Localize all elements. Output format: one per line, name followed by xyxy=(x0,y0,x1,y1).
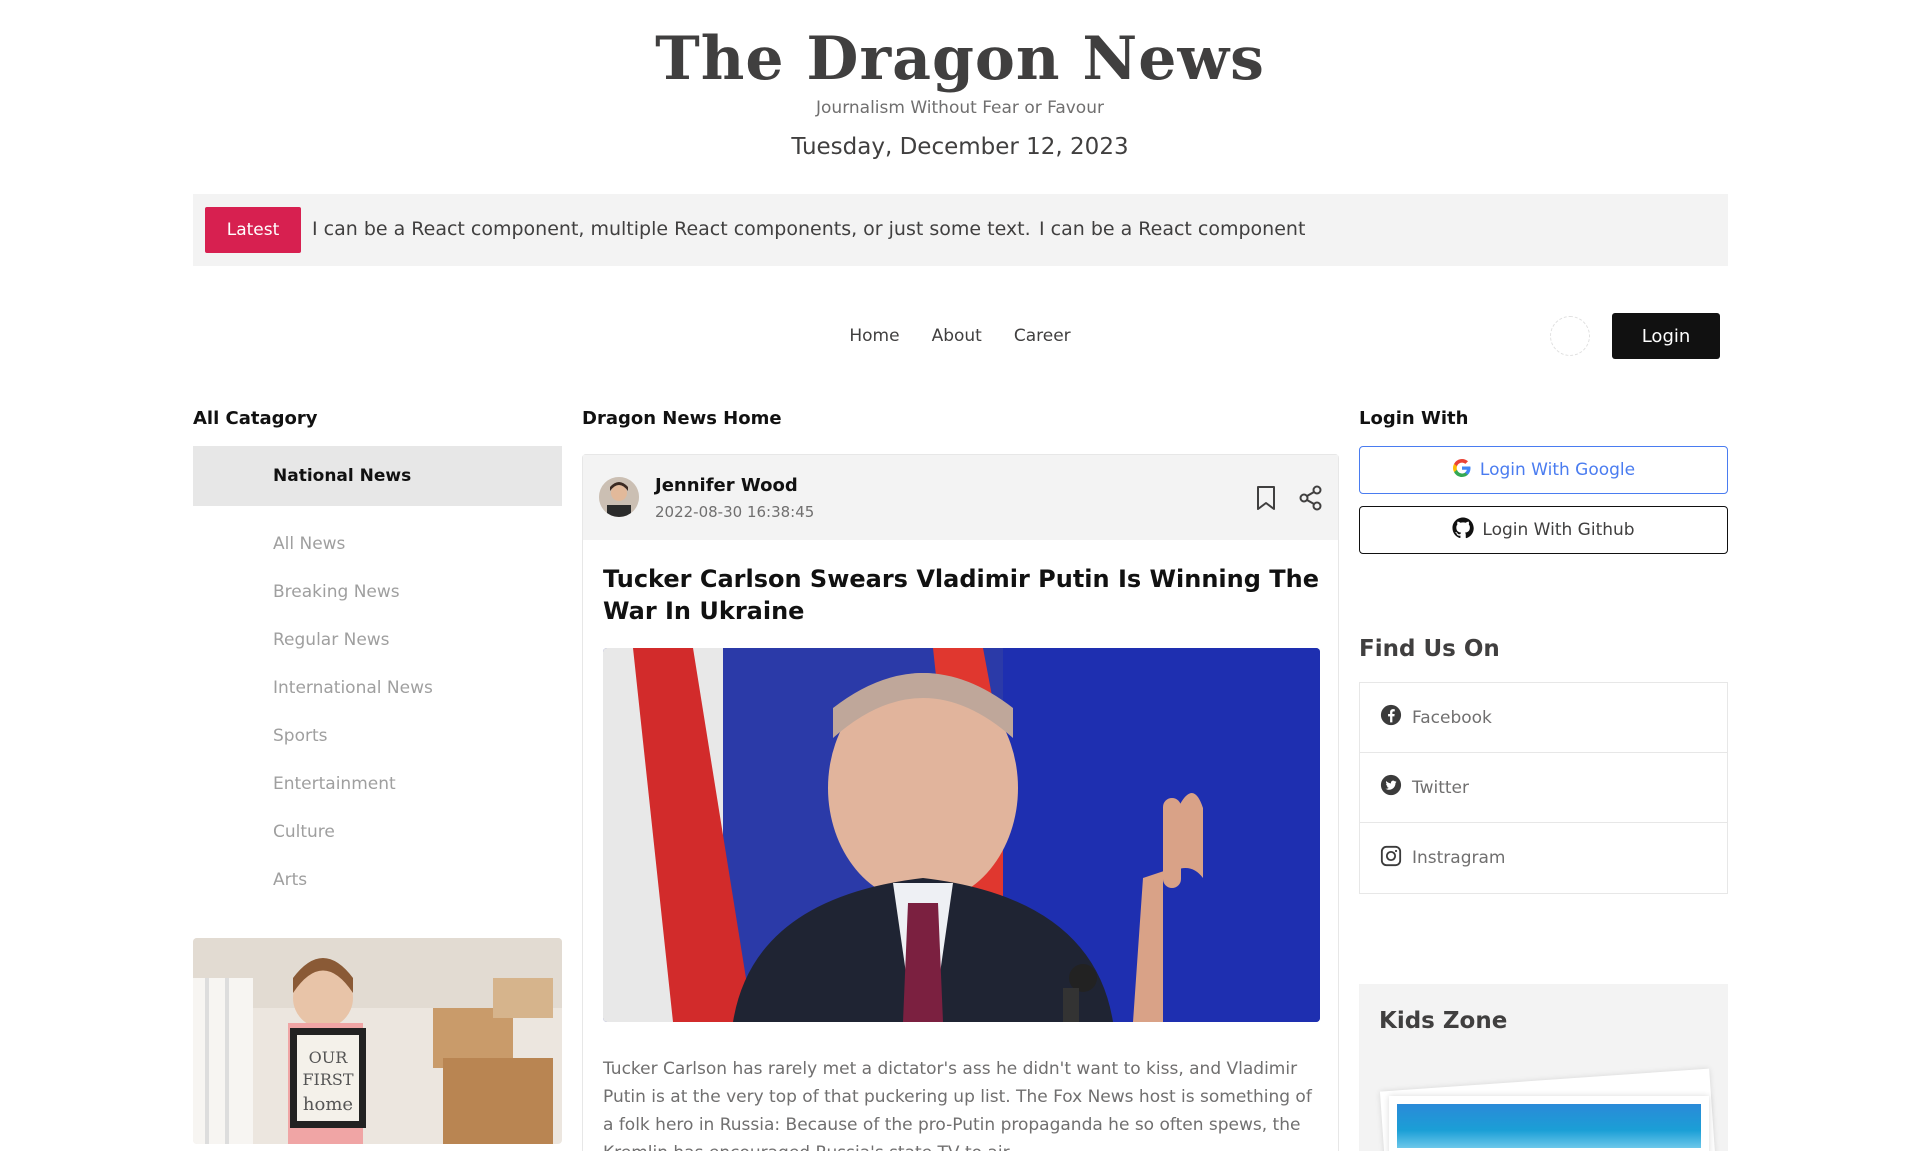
social-links: Facebook Twitter Instragram xyxy=(1359,682,1728,894)
category-international-news[interactable]: International News xyxy=(193,664,562,712)
share-icon[interactable] xyxy=(1299,485,1323,515)
login-with-heading: Login With xyxy=(1359,408,1469,429)
category-culture[interactable]: Culture xyxy=(193,808,562,856)
login-github-label: Login With Github xyxy=(1482,520,1635,540)
news-title[interactable]: Tucker Carlson Swears Vladimir Putin Is … xyxy=(603,563,1323,627)
facebook-icon xyxy=(1380,704,1402,731)
login-google-label: Login With Google xyxy=(1479,460,1636,480)
social-link-facebook[interactable]: Facebook xyxy=(1360,683,1727,753)
category-national-news[interactable]: National News xyxy=(193,446,562,506)
kids-photo[interactable] xyxy=(1389,1096,1709,1151)
nav-about[interactable]: About xyxy=(932,326,982,346)
social-label-instagram: Instragram xyxy=(1412,848,1506,868)
svg-text:home: home xyxy=(303,1094,353,1115)
news-feed: Dragon News Home xyxy=(582,408,1339,429)
right-sidebar: Login With Login With Google Login With … xyxy=(1359,408,1728,894)
category-sports[interactable]: Sports xyxy=(193,712,562,760)
latest-news-ticker: Latest I can be a React component, multi… xyxy=(193,194,1728,266)
category-arts[interactable]: Arts xyxy=(193,856,562,904)
putin-speaking-image xyxy=(603,648,1320,1022)
social-label-facebook: Facebook xyxy=(1412,707,1492,728)
sidebar-news-image[interactable]: OUR FIRST home xyxy=(193,938,562,1144)
current-date: Tuesday, December 12, 2023 xyxy=(791,134,1129,160)
category-entertainment[interactable]: Entertainment xyxy=(193,760,562,808)
category-regular-news[interactable]: Regular News xyxy=(193,616,562,664)
news-feed-heading: Dragon News Home xyxy=(582,408,782,429)
nav-home[interactable]: Home xyxy=(849,326,899,346)
instagram-icon xyxy=(1380,845,1402,872)
github-icon xyxy=(1452,516,1475,544)
svg-text:FIRST: FIRST xyxy=(302,1070,353,1089)
login-button[interactable]: Login xyxy=(1612,313,1720,359)
social-link-twitter[interactable]: Twitter xyxy=(1360,753,1727,823)
bookmark-icon[interactable] xyxy=(1255,485,1277,515)
category-sidebar: All Catagory National News All News Brea… xyxy=(193,408,562,904)
author-name[interactable]: Jennifer Wood xyxy=(655,475,798,496)
twitter-icon xyxy=(1380,774,1402,801)
news-image[interactable] xyxy=(603,648,1320,1022)
category-heading: All Catagory xyxy=(193,408,318,429)
social-link-instagram[interactable]: Instragram xyxy=(1360,823,1727,893)
google-icon xyxy=(1452,458,1472,483)
social-label-twitter: Twitter xyxy=(1412,777,1469,798)
author-avatar xyxy=(599,477,639,517)
latest-badge[interactable]: Latest xyxy=(205,207,301,253)
kids-photo-image xyxy=(1397,1104,1701,1148)
site-tagline: Journalism Without Fear or Favour xyxy=(816,98,1104,118)
nav-career[interactable]: Career xyxy=(1014,326,1071,346)
category-all-news[interactable]: All News xyxy=(193,520,562,568)
news-excerpt: Tucker Carlson has rarely met a dictator… xyxy=(603,1059,1312,1151)
girl-holding-sign-image: OUR FIRST home xyxy=(193,938,562,1144)
news-card: Jennifer Wood 2022-08-30 16:38:45 Tucker… xyxy=(582,454,1339,1151)
find-us-heading: Find Us On xyxy=(1359,636,1500,662)
site-title: The Dragon News xyxy=(655,24,1265,94)
svg-text:OUR: OUR xyxy=(309,1048,349,1067)
kids-zone-heading: Kids Zone xyxy=(1379,1008,1508,1034)
user-avatar[interactable] xyxy=(1550,316,1590,356)
login-google-button[interactable]: Login With Google xyxy=(1359,446,1728,494)
login-github-button[interactable]: Login With Github xyxy=(1359,506,1728,554)
kids-zone: Kids Zone xyxy=(1359,984,1728,1151)
published-date: 2022-08-30 16:38:45 xyxy=(655,503,815,521)
ticker-item[interactable]: I can be a React component xyxy=(1039,218,1305,240)
category-breaking-news[interactable]: Breaking News xyxy=(193,568,562,616)
news-card-header: Jennifer Wood 2022-08-30 16:38:45 xyxy=(583,455,1338,540)
ticker-item[interactable]: I can be a React component, multiple Rea… xyxy=(312,218,1031,240)
